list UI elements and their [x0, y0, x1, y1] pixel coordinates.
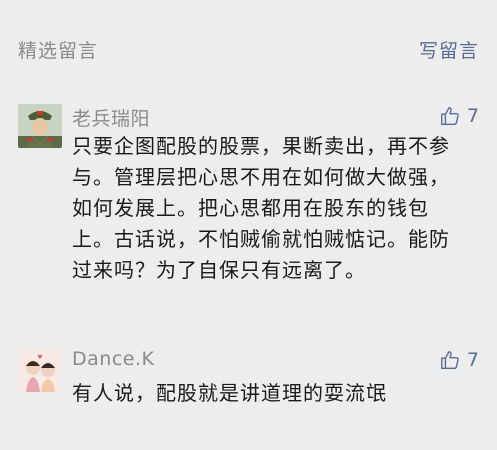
- comments-page: 精选留言 写留言 老兵瑞阳 7 只要企图配股的股票，果断卖出，再不参与。管理层把…: [0, 0, 497, 450]
- thumbs-up-icon: [440, 107, 459, 125]
- like-count: 7: [466, 349, 479, 371]
- like-count: 7: [466, 105, 479, 127]
- avatar[interactable]: [18, 104, 62, 148]
- comment-nickname: 老兵瑞阳: [72, 108, 151, 130]
- comments-header: 精选留言 写留言: [0, 0, 497, 100]
- write-comment-link[interactable]: 写留言: [419, 36, 479, 63]
- selected-comments-title: 精选留言: [18, 40, 99, 62]
- avatar[interactable]: ♥: [18, 348, 62, 392]
- svg-text:♥: ♥: [37, 354, 42, 361]
- bottom-divider: [0, 444, 497, 450]
- comment-content: 只要企图配股的股票，果断卖出，再不参与。管理层把心思不用在如何做大做强，如何发展…: [72, 134, 450, 282]
- comment-nickname: Dance.K: [72, 348, 155, 370]
- like-button[interactable]: 7: [439, 348, 479, 372]
- comment-content: 有人说，配股就是讲道理的耍流氓: [72, 381, 387, 405]
- like-button[interactable]: 7: [439, 104, 479, 128]
- thumbs-up-icon: [440, 351, 459, 369]
